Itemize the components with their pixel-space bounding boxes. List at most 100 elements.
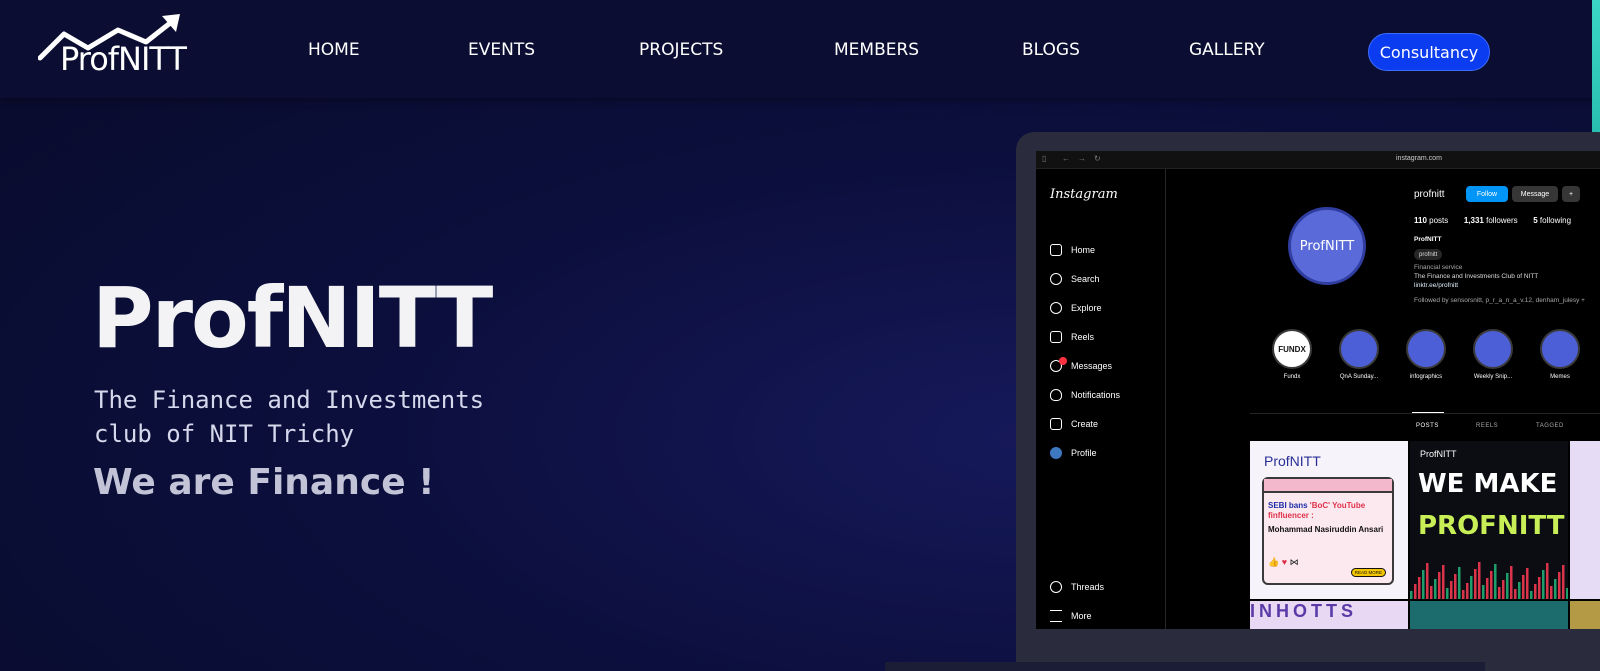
highlight-weekly: Weekly Snip... <box>1471 329 1515 380</box>
post-row2-a: INHOTTS <box>1250 601 1408 629</box>
candle-bar <box>1530 591 1533 599</box>
logo-text: ProfNITT <box>60 40 187 78</box>
profile-avatar: ProfNITT <box>1288 207 1366 285</box>
highlight-label: Weekly Snip... <box>1473 374 1513 380</box>
candle-bar <box>1486 578 1489 599</box>
sidebar-item-threads: Threads <box>1050 580 1104 594</box>
nav-home-link[interactable]: HOME <box>308 40 360 60</box>
headline-part-a: SEBI bans <box>1268 501 1310 510</box>
window-dots-icon <box>1264 479 1392 493</box>
post-headline: SEBI bans 'BoC' YouTube finfluencer : <box>1268 501 1392 521</box>
post-we-make: ProfNITT WE MAKE PROFNITT <box>1410 441 1568 599</box>
reload-icon: ↻ <box>1094 154 1101 163</box>
followers-count: 1,331 <box>1463 216 1484 225</box>
post-action-icons: 👍 ♥ ⋈ <box>1268 557 1299 568</box>
sidebar-item-more: More <box>1050 609 1092 623</box>
candle-bar <box>1482 585 1485 599</box>
candle-bar <box>1426 563 1429 599</box>
candlestick-graphic <box>1410 562 1568 599</box>
plus-square-icon <box>1050 418 1062 430</box>
candle-bar <box>1414 584 1417 599</box>
candle-bar <box>1538 577 1541 599</box>
sidebar-item-label: Threads <box>1071 582 1105 592</box>
question-icon <box>1339 329 1379 369</box>
candle-bar <box>1518 582 1521 599</box>
browser-bar: ▯ ← → ↻ instagram.com <box>1036 151 1600 169</box>
highlight-qna: QnA Sunday... <box>1337 329 1381 380</box>
profnitt-logo[interactable]: ProfNITT <box>38 12 200 78</box>
nav-gallery-link[interactable]: GALLERY <box>1189 40 1265 60</box>
candle-bar <box>1454 574 1457 599</box>
sidebar-item-label: Profile <box>1071 448 1097 458</box>
candle-bar <box>1438 572 1441 599</box>
consultancy-button[interactable]: Consultancy <box>1368 33 1490 71</box>
laptop-base <box>885 662 1485 671</box>
candle-bar <box>1554 579 1557 599</box>
candle-bar <box>1558 572 1561 599</box>
tab-tagged: TAGGED <box>1536 423 1564 429</box>
profile-username: profnitt <box>1414 189 1445 200</box>
candle-bar <box>1450 581 1453 599</box>
profile-category: Financial service <box>1414 264 1463 271</box>
profile-link: linktr.ee/profnitt <box>1414 282 1459 289</box>
posts-label: posts <box>1429 216 1449 225</box>
candle-bar <box>1470 576 1473 599</box>
news-icon <box>1473 329 1513 369</box>
post-logo: ProfNITT <box>1420 449 1457 459</box>
post-line2: PROFNITT <box>1418 511 1565 541</box>
tabs-divider <box>1250 413 1600 414</box>
candle-bar <box>1502 580 1505 599</box>
reels-icon <box>1050 331 1062 343</box>
profile-avatar-icon <box>1050 447 1062 459</box>
candle-bar <box>1462 590 1465 599</box>
nav-events-link[interactable]: EVENTS <box>468 40 535 60</box>
highlight-fundx: FUNDX Fundx <box>1270 329 1314 380</box>
home-icon <box>1050 244 1062 256</box>
tab-reels: REELS <box>1476 423 1499 429</box>
sidebar-item-notifications: Notifications <box>1050 388 1120 402</box>
post-line1: WE MAKE <box>1418 469 1558 499</box>
candle-bar <box>1458 567 1461 599</box>
candle-bar <box>1562 565 1565 599</box>
candle-bar <box>1526 568 1529 599</box>
nav-blogs-link[interactable]: BLOGS <box>1022 40 1080 60</box>
candle-bar <box>1446 588 1449 599</box>
heart-icon: ♥ <box>1281 557 1288 567</box>
follow-button: Follow <box>1466 186 1508 202</box>
post-name: Mohammad Nasiruddin Ansari <box>1268 525 1384 534</box>
sidebar-item-label: Search <box>1071 274 1100 284</box>
share-icon: ⋈ <box>1289 557 1299 567</box>
candle-bar <box>1442 565 1445 599</box>
hamburger-icon <box>1050 610 1062 622</box>
compass-icon <box>1050 302 1062 314</box>
candle-bar <box>1550 586 1553 599</box>
hero-subtitle: The Finance and Investments club of NIT … <box>94 386 485 448</box>
candle-bar <box>1474 569 1477 599</box>
following-count: 5 <box>1533 216 1538 225</box>
post-sebi: ProfNITT SEBI bans 'BoC' YouTube finflue… <box>1250 441 1408 599</box>
messages-badge <box>1059 357 1067 365</box>
candle-bar <box>1542 570 1545 599</box>
nav-projects-link[interactable]: PROJECTS <box>639 40 723 60</box>
candle-bar <box>1514 589 1517 599</box>
sidebar-item-label: Messages <box>1071 361 1113 371</box>
candle-bar <box>1430 586 1433 599</box>
sidebar-item-label: More <box>1071 611 1092 621</box>
post-logo: ProfNITT <box>1264 453 1321 469</box>
read-more-badge: READ MORE <box>1350 568 1386 577</box>
candle-bar <box>1510 566 1513 599</box>
highlight-memes: Memes <box>1538 329 1582 380</box>
posts-count: 110 <box>1414 216 1427 225</box>
nav-members-link[interactable]: MEMBERS <box>834 40 919 60</box>
candle-bar <box>1494 564 1497 599</box>
message-button: Message <box>1512 186 1558 202</box>
highlight-label: QnA Sunday... <box>1339 374 1379 380</box>
sidebar-item-create: Create <box>1050 417 1098 431</box>
sidebar-item-reels: Reels <box>1050 330 1094 344</box>
sidebar-item-profile: Profile <box>1050 446 1097 460</box>
sidebar-item-label: Reels <box>1071 332 1095 342</box>
candle-bar <box>1410 591 1413 599</box>
messenger-icon <box>1050 357 1067 372</box>
highlight-label: Memes <box>1550 374 1570 380</box>
highlight-infographics: infographics <box>1404 329 1448 380</box>
